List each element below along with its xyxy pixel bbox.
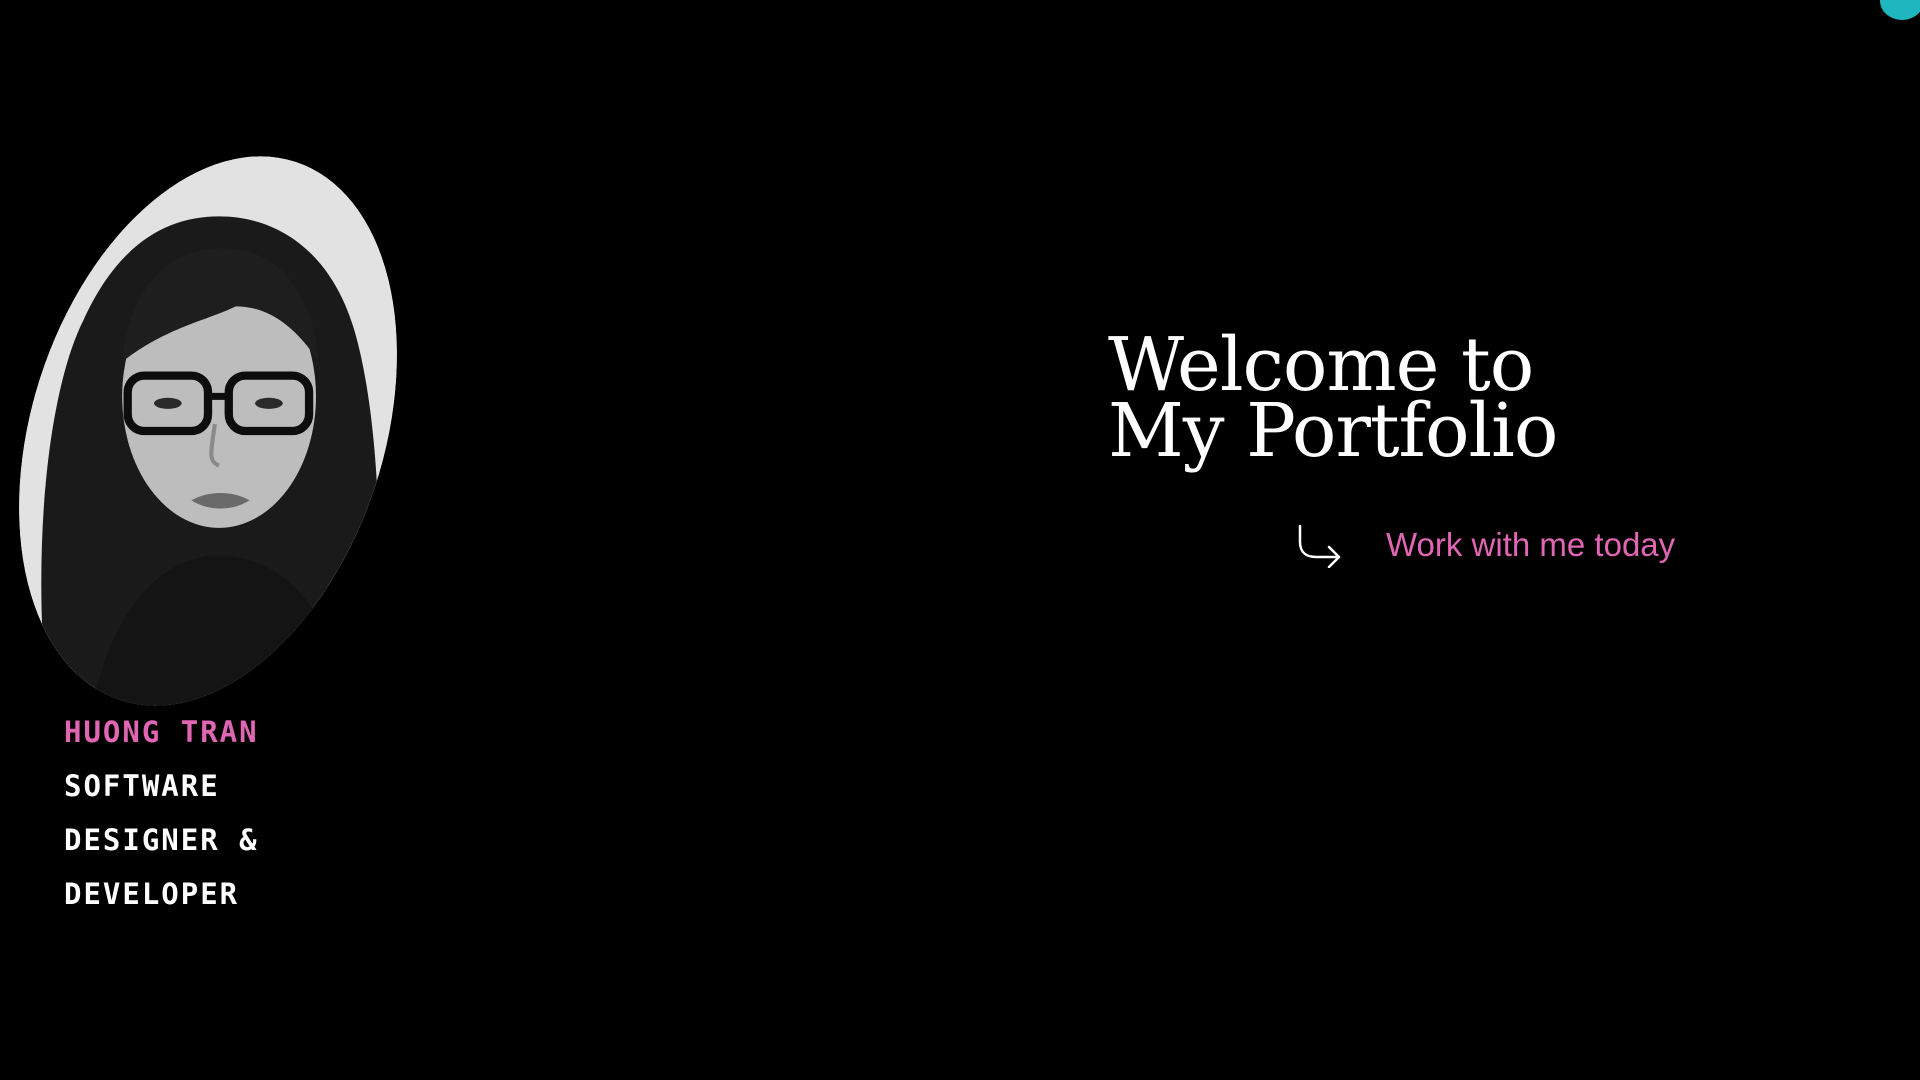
curved-arrow-right-icon	[1298, 524, 1341, 568]
portrait-image	[0, 107, 416, 755]
profile-role: Software Designer & Developer	[64, 769, 259, 911]
page-title-line-2: My Portfolio	[1108, 388, 1558, 474]
profile-name: Huong Tran	[64, 715, 259, 749]
profile-photo	[0, 107, 463, 755]
corner-dot	[1880, 0, 1920, 20]
profile-caption: Huong Tran Software Designer & Developer	[64, 705, 324, 921]
work-with-me-label: Work with me today	[1386, 526, 1676, 563]
work-with-me-link[interactable]: Work with me today	[1296, 522, 1675, 568]
page-title: Welcome to My Portfolio	[1108, 328, 1558, 474]
